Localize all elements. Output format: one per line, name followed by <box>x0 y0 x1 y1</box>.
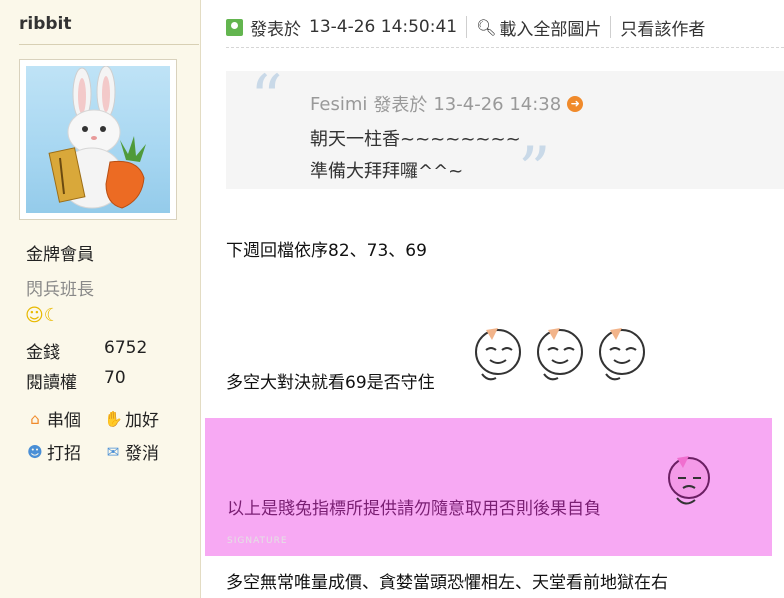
divider <box>226 47 784 48</box>
magnifier-icon: 🔍︎ <box>476 17 497 37</box>
pink-face-icon <box>668 456 710 505</box>
quote-timestamp: 13-4-26 14:38 <box>433 93 562 115</box>
stat-label: 閱讀權 <box>26 373 77 393</box>
handshake-icon: ✋ <box>104 409 123 428</box>
emoticons <box>472 322 652 388</box>
post-timestamp: 13-4-26 14:50:41 <box>309 17 458 37</box>
member-rank: 金牌會員 <box>26 245 94 265</box>
action-add-friend[interactable]: ✋ 加好 <box>104 406 159 432</box>
stat-value: 6752 <box>104 338 148 358</box>
post-body-line: 下週回檔依序82、73、69 <box>226 241 427 261</box>
moon-icon: ☾ <box>43 305 60 326</box>
action-visit-space[interactable]: ⌂ 串個 <box>26 406 81 432</box>
close-quote-icon: ” <box>518 134 551 208</box>
quote-block: “ Fesimi 發表於 13-4-26 14:38 ➜ 朝天一柱香~~~~~~… <box>226 67 784 203</box>
stat-read-permission: 閱讀權 70 <box>26 368 126 393</box>
laughing-face-icon <box>537 328 583 381</box>
home-icon: ⌂ <box>30 409 40 428</box>
quote-line: 準備大拜拜囉^^~ <box>310 161 464 182</box>
avatar-image <box>26 66 170 213</box>
rabbit-carrot-image <box>48 66 146 209</box>
smiley-icon: ☺ <box>25 305 44 326</box>
posted-label: 發表於 <box>250 19 301 40</box>
divider <box>466 16 468 38</box>
online-status-icon <box>226 18 243 36</box>
quote-line: 朝天一柱香~~~~~~~~ <box>310 129 521 150</box>
author-only-link[interactable]: 只看該作者 <box>620 15 705 40</box>
post-info-bar: 發表於 13-4-26 14:50:41 🔍︎ 載入全部圖片 只看該作者 <box>226 14 705 40</box>
stat-label: 金錢 <box>26 343 60 363</box>
stat-money: 金錢 6752 <box>26 338 147 363</box>
author-username[interactable]: ribbit <box>19 14 72 34</box>
action-send-message[interactable]: ✉ 發消 <box>104 439 159 465</box>
signature-text: 以上是賤兔指標所提供請勿隨意取用否則後果自負 <box>227 499 601 519</box>
divider <box>19 44 199 45</box>
signature-label: SIGNATURE <box>227 536 288 546</box>
mail-icon: ✉ <box>106 442 120 461</box>
signature-block: 以上是賤兔指標所提供請勿隨意取用否則後果自負 SIGNATURE <box>205 418 772 556</box>
laughing-face-icon <box>475 328 521 381</box>
action-label: 發消 <box>125 444 159 464</box>
avatar[interactable] <box>19 59 177 220</box>
quote-author: Fesimi <box>310 93 368 115</box>
divider <box>610 16 612 38</box>
quote-header: Fesimi 發表於 13-4-26 14:38 ➜ <box>310 91 584 117</box>
signature-motto: 多空無常唯量成價、貪婪當頭恐懼相左、天堂看前地獄在右 <box>226 573 668 593</box>
post-body-line: 多空大對決就看69是否守住 <box>226 373 435 393</box>
action-greet[interactable]: ☻ 打招 <box>26 439 81 465</box>
load-all-images-link[interactable]: 載入全部圖片 <box>499 15 601 40</box>
chat-icon: ☻ <box>27 442 43 461</box>
action-label: 打招 <box>47 444 81 464</box>
quote-posted-label: 發表於 <box>373 95 428 116</box>
stat-value: 70 <box>104 368 126 388</box>
action-label: 加好 <box>125 411 159 431</box>
action-label: 串個 <box>47 411 81 431</box>
medal-icons: ☺☾ <box>25 305 60 326</box>
open-quote-icon: “ <box>250 62 283 136</box>
laughing-face-icon <box>599 328 645 381</box>
goto-post-icon[interactable]: ➜ <box>567 96 584 112</box>
member-subrank: 閃兵班長 <box>26 280 94 300</box>
author-sidebar: ribbit 金牌會員 閃兵班長 ☺☾ 金錢 6752 閱讀權 70 ⌂ 串個 … <box>0 0 201 598</box>
